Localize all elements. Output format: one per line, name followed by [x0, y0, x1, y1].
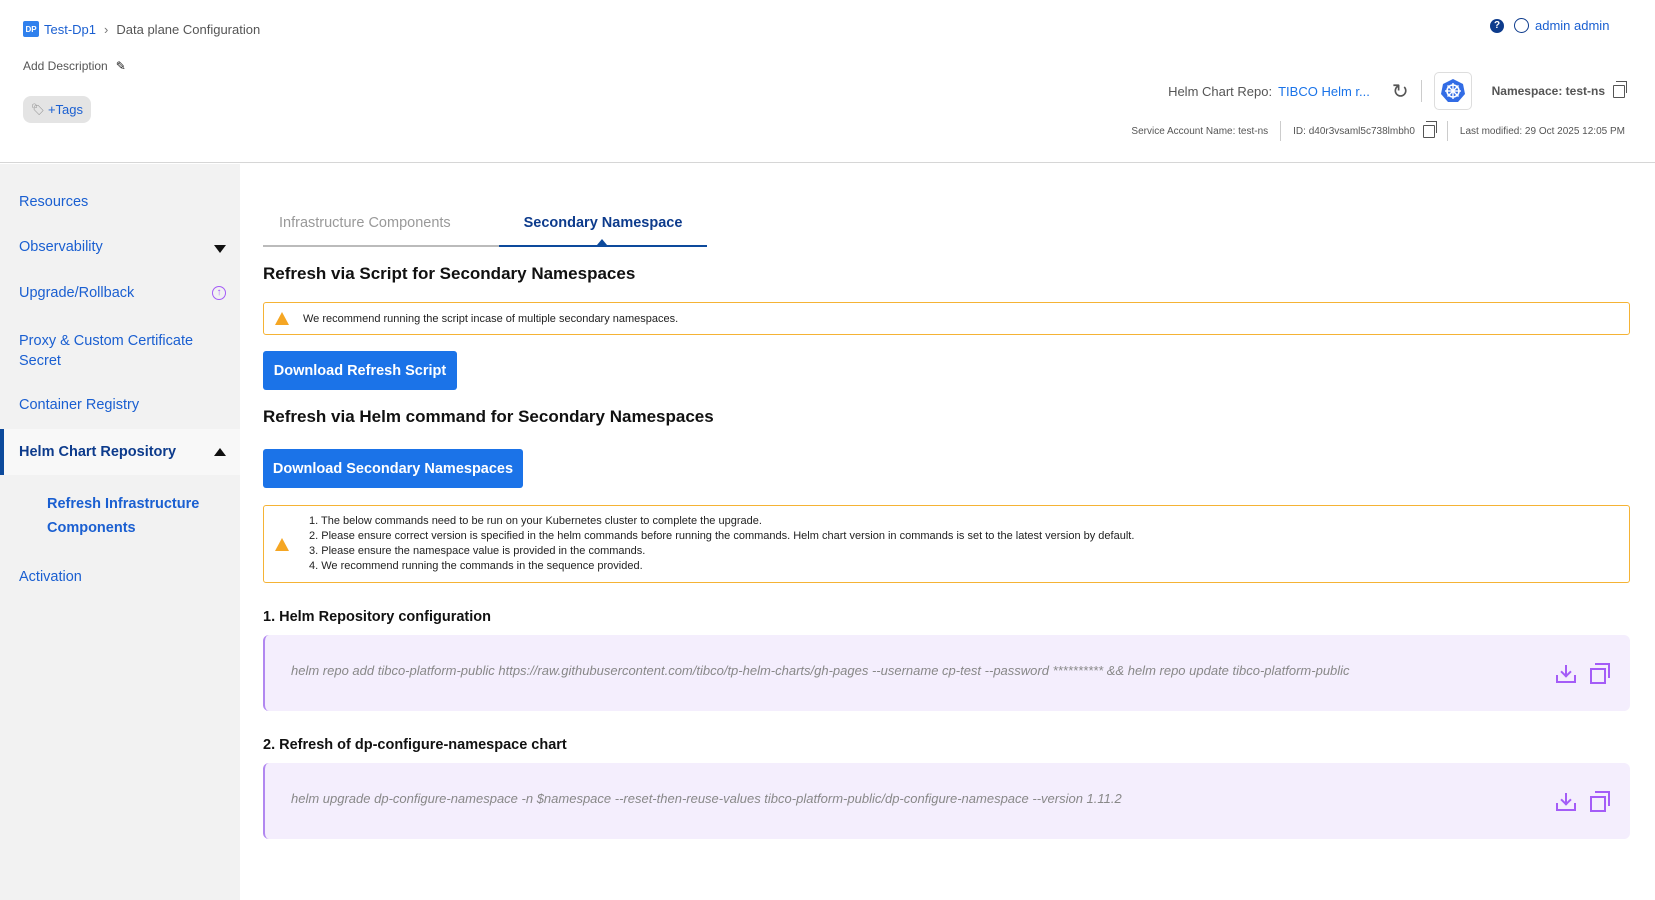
sidebar-item-container-registry[interactable]: Container Registry	[0, 397, 240, 413]
sidebar-item-observability[interactable]: Observability	[0, 239, 240, 255]
breadcrumb-dataplane-link[interactable]: Test-Dp1	[44, 22, 96, 37]
divider	[1446, 121, 1448, 141]
helm-repo-link[interactable]: TIBCO Helm r...	[1278, 84, 1370, 99]
sidebar-item-helm-chart-repository[interactable]: Helm Chart Repository	[0, 429, 240, 475]
refresh-icon[interactable]: ↻	[1392, 79, 1409, 104]
last-modified: Last modified: 29 Oct 2025 12:05 PM	[1459, 125, 1625, 137]
tab-bar: Infrastructure Components Secondary Name…	[263, 215, 707, 247]
command-block: helm upgrade dp-configure-namespace -n $…	[263, 763, 1630, 839]
sidebar-item-proxy[interactable]: Proxy & Custom Certificate Secret	[0, 331, 240, 371]
service-account: Service Account Name: test-ns	[1131, 125, 1269, 137]
dataplane-meta: Service Account Name: test-ns ID: d40r3v…	[1131, 120, 1625, 141]
helm-heading: Refresh via Helm command for Secondary N…	[263, 407, 714, 426]
notice-line: 3. Please ensure the namespace value is …	[309, 545, 646, 557]
add-tags-button[interactable]: 🏷 +Tags	[23, 96, 91, 123]
command-text[interactable]: helm upgrade dp-configure-namespace -n $…	[291, 791, 1122, 806]
notice-line: 2. Please ensure correct version is spec…	[309, 530, 1135, 542]
page-header: DP Test-Dp1 › Data plane Configuration A…	[0, 0, 1655, 163]
dataplane-badge: DP	[23, 21, 39, 37]
script-warning: We recommend running the script incase o…	[263, 302, 1630, 335]
helm-repo-bar: Helm Chart Repo: TIBCO Helm r... ↻ Names…	[1168, 72, 1627, 110]
download-refresh-script-button[interactable]: Download Refresh Script	[263, 351, 457, 390]
step-title: 1. Helm Repository configuration	[263, 609, 491, 625]
divider	[1280, 121, 1282, 141]
download-icon[interactable]	[1556, 793, 1576, 811]
divider	[1420, 80, 1422, 102]
script-heading: Refresh via Script for Secondary Namespa…	[263, 264, 636, 283]
command-text[interactable]: helm repo add tibco-platform-public http…	[291, 663, 1350, 678]
copy-icon[interactable]	[1590, 663, 1610, 684]
chevron-right-icon: ›	[104, 21, 109, 37]
caret-up-icon	[214, 448, 226, 456]
caret-down-icon	[214, 245, 226, 253]
sidebar: Resources Observability Upgrade/Rollback…	[0, 164, 240, 900]
add-description-label: Add Description	[23, 59, 108, 73]
warning-icon	[275, 537, 289, 551]
warning-icon	[275, 312, 289, 325]
download-secondary-namespaces-button[interactable]: Download Secondary Namespaces	[263, 449, 523, 488]
breadcrumb-current: Data plane Configuration	[116, 21, 261, 37]
command-block: helm repo add tibco-platform-public http…	[263, 635, 1630, 711]
notice-line: 1. The below commands need to be run on …	[309, 515, 762, 527]
user-icon	[1514, 18, 1529, 33]
sidebar-item-activation[interactable]: Activation	[0, 569, 240, 585]
namespace-label: Namespace: test-ns	[1491, 84, 1605, 98]
upgrade-icon: ↑	[212, 286, 226, 300]
tab-infrastructure-components[interactable]: Infrastructure Components	[263, 215, 499, 245]
help-icon[interactable]: ?	[1490, 18, 1504, 33]
notice-line: 4. We recommend running the commands in …	[309, 560, 643, 572]
user-area: ? admin admin	[1490, 18, 1609, 33]
download-icon[interactable]	[1556, 665, 1576, 683]
breadcrumb: DP Test-Dp1 › Data plane Configuration	[23, 21, 260, 37]
copy-icon[interactable]	[1613, 80, 1627, 98]
dataplane-id: ID: d40r3vsaml5c738lmbh0	[1293, 125, 1415, 137]
kubernetes-icon	[1433, 72, 1472, 110]
sidebar-subitem-refresh-infrastructure[interactable]: Refresh Infrastructure Components	[0, 492, 240, 540]
commands-notice: 1. The below commands need to be run on …	[263, 505, 1630, 583]
copy-id-icon[interactable]	[1422, 120, 1437, 138]
step-title: 2. Refresh of dp-configure-namespace cha…	[263, 737, 567, 753]
user-menu[interactable]: admin admin	[1535, 18, 1609, 33]
helm-repo-label: Helm Chart Repo:	[1168, 83, 1273, 99]
copy-icon[interactable]	[1590, 791, 1610, 812]
sidebar-item-resources[interactable]: Resources	[0, 194, 240, 210]
tab-secondary-namespace[interactable]: Secondary Namespace	[499, 215, 707, 247]
tags-label: +Tags	[47, 102, 84, 117]
script-warning-text: We recommend running the script incase o…	[303, 312, 679, 325]
add-description[interactable]: Add Description ✎	[23, 59, 126, 73]
tag-icon: 🏷	[30, 104, 45, 116]
sidebar-item-upgrade-rollback[interactable]: Upgrade/Rollback ↑	[0, 285, 240, 301]
pencil-icon[interactable]: ✎	[116, 59, 126, 73]
